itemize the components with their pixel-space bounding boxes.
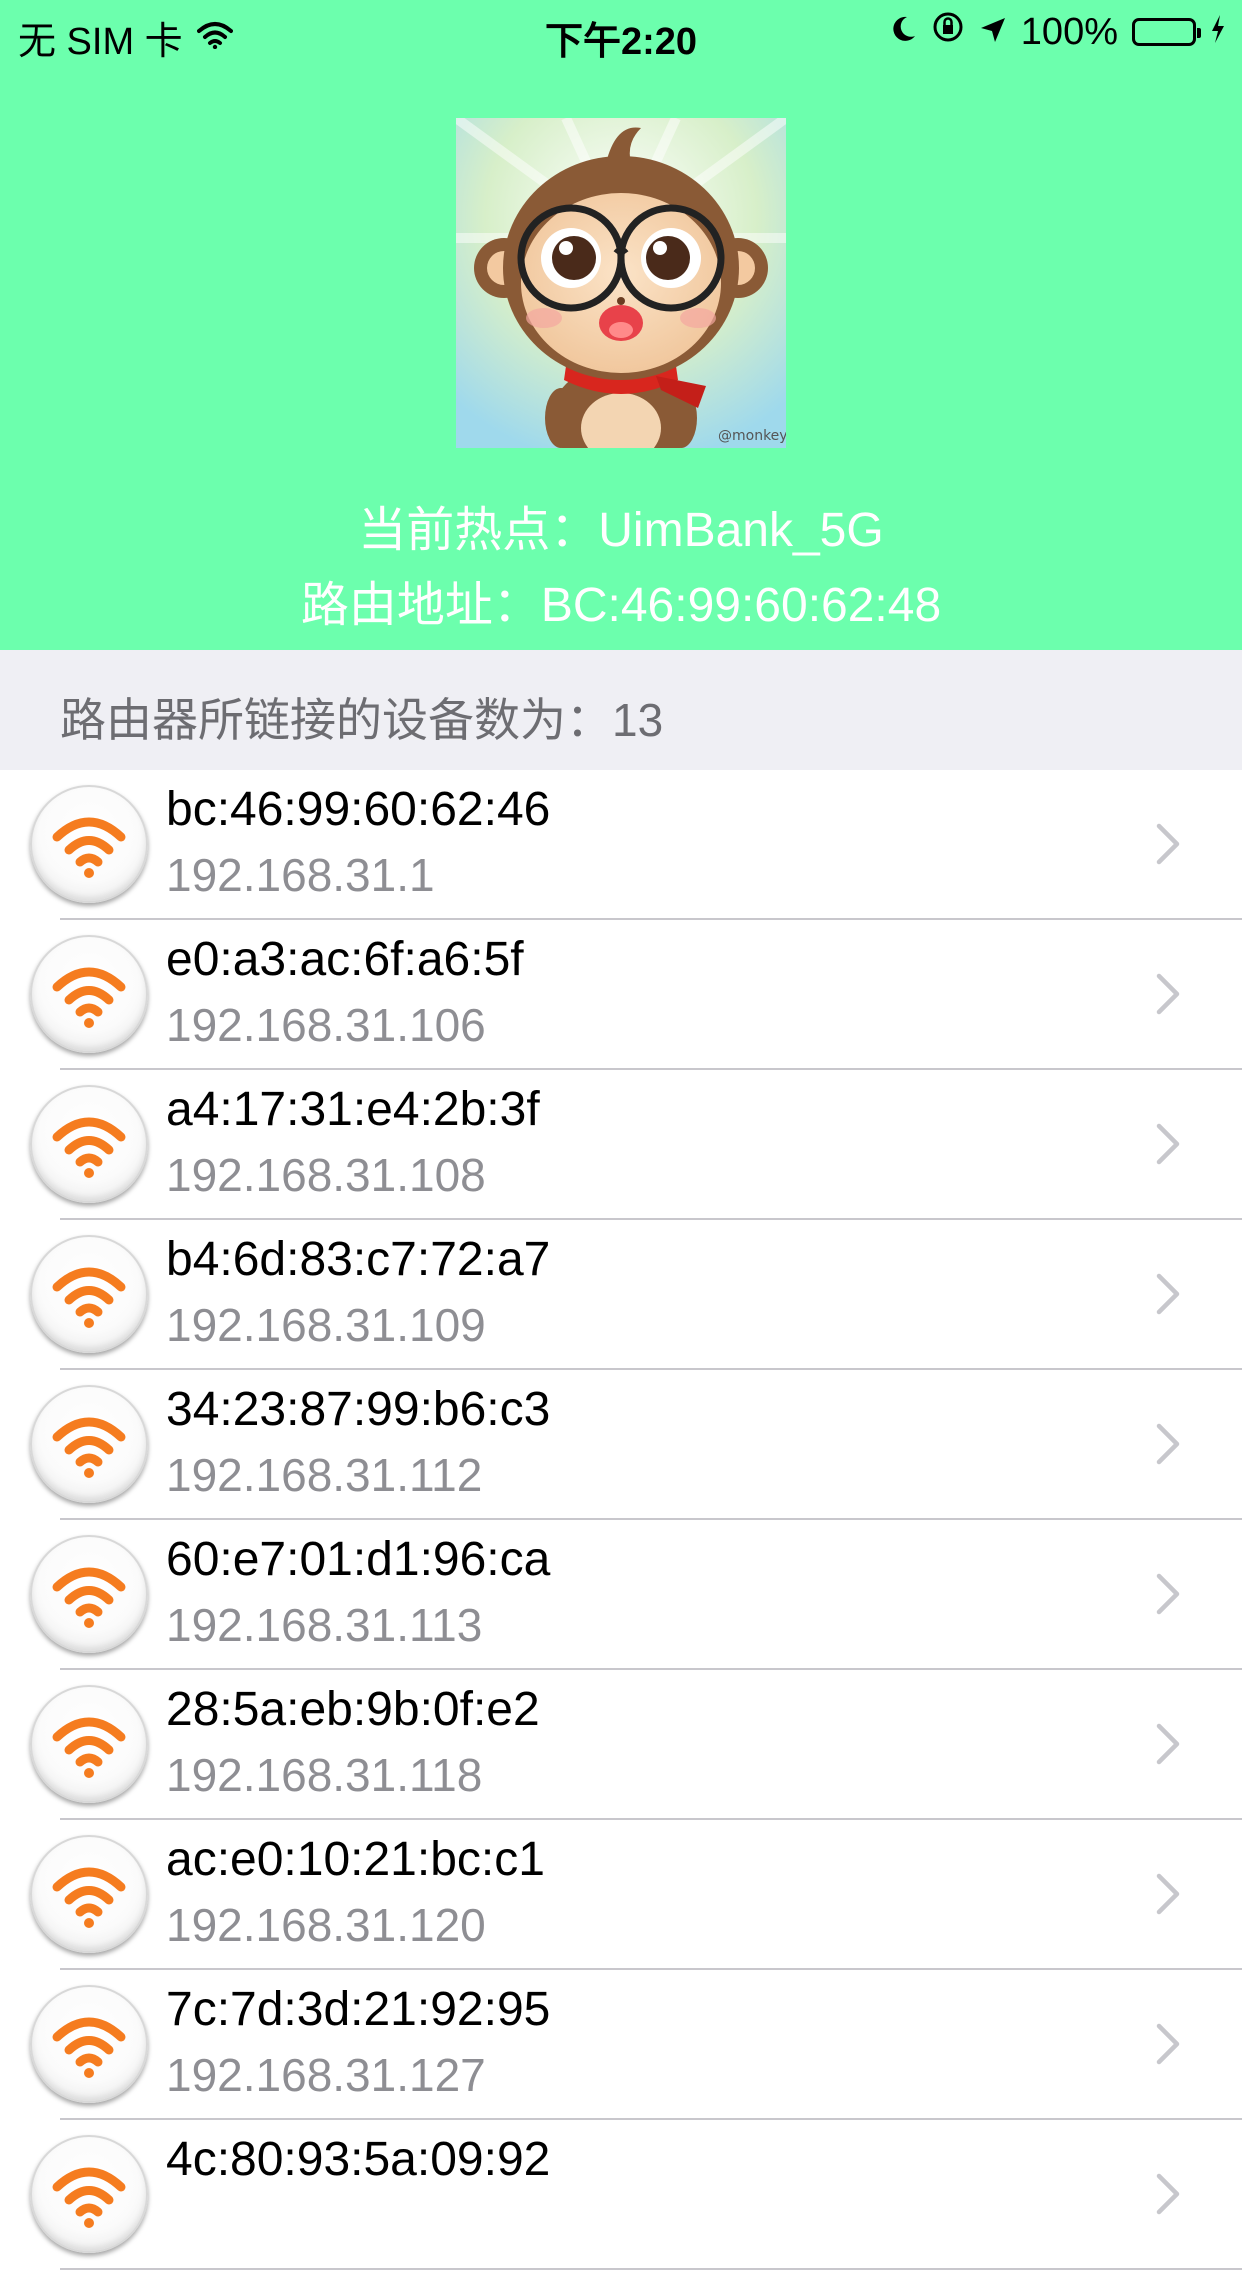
- chevron-right-icon: [1155, 1422, 1181, 1471]
- device-ip-address: 192.168.31.118: [166, 1749, 483, 1801]
- chevron-right-icon: [1155, 2022, 1181, 2071]
- device-count-label: 路由器所链接的设备数为：13: [60, 694, 664, 746]
- device-ip-address: 192.168.31.108: [166, 1149, 486, 1201]
- device-mac-address: ac:e0:10:21:bc:c1: [166, 1833, 545, 1886]
- device-mac-address: bc:46:99:60:62:46: [166, 783, 551, 836]
- device-mac-address: 28:5a:eb:9b:0f:e2: [166, 1683, 540, 1736]
- device-ip-address: 192.168.31.106: [166, 999, 486, 1051]
- chevron-right-icon: [1155, 972, 1181, 1021]
- wifi-icon: [30, 2135, 148, 2253]
- chevron-right-icon: [1155, 1722, 1181, 1771]
- rotation-lock-icon: [931, 10, 965, 54]
- wifi-icon: [30, 1085, 148, 1203]
- device-mac-address: 4c:80:93:5a:09:92: [166, 2133, 551, 2186]
- device-row[interactable]: 7c:7d:3d:21:92:95 192.168.31.127: [0, 1970, 1242, 2120]
- chevron-right-icon: [1155, 822, 1181, 871]
- device-row[interactable]: 34:23:87:99:b6:c3 192.168.31.112: [0, 1370, 1242, 1520]
- device-row[interactable]: e0:a3:ac:6f:a6:5f 192.168.31.106: [0, 920, 1242, 1070]
- device-mac-address: a4:17:31:e4:2b:3f: [166, 1083, 540, 1136]
- device-row[interactable]: 4c:80:93:5a:09:92: [0, 2120, 1242, 2270]
- wifi-icon: [30, 1835, 148, 1953]
- wifi-icon: [30, 1985, 148, 2103]
- device-row[interactable]: a4:17:31:e4:2b:3f 192.168.31.108: [0, 1070, 1242, 1220]
- battery-percent: 100%: [1020, 10, 1118, 53]
- device-ip-address: 192.168.31.109: [166, 1299, 486, 1351]
- wifi-icon: [30, 935, 148, 1053]
- device-ip-address: 192.168.31.1: [166, 849, 435, 901]
- device-row[interactable]: bc:46:99:60:62:46 192.168.31.1: [0, 770, 1242, 920]
- device-count-section-header: 路由器所链接的设备数为：13: [0, 650, 1242, 770]
- device-mac-address: 34:23:87:99:b6:c3: [166, 1383, 551, 1436]
- router-address-label: 路由地址：BC:46:99:60:62:48: [300, 579, 942, 632]
- location-arrow-icon: [979, 11, 1007, 54]
- chevron-right-icon: [1155, 1872, 1181, 1921]
- device-mac-address: b4:6d:83:c7:72:a7: [166, 1233, 551, 1286]
- wifi-icon: [30, 1535, 148, 1653]
- device-mac-address: e0:a3:ac:6f:a6:5f: [166, 933, 524, 986]
- svg-text:@monkey: @monkey: [718, 428, 786, 444]
- avatar-monkey-image: @monkey: [456, 118, 786, 448]
- device-mac-address: 7c:7d:3d:21:92:95: [166, 1983, 551, 2036]
- wifi-icon: [30, 1385, 148, 1503]
- chevron-right-icon: [1155, 2172, 1181, 2221]
- charging-bolt-icon: [1210, 11, 1226, 54]
- current-hotspot-label: 当前热点：UimBank_5G: [358, 504, 884, 557]
- wifi-icon: [30, 785, 148, 903]
- header: 无 SIM 卡 下午2:20 100% @monkey 当前热点：UimBank…: [0, 0, 1242, 650]
- battery-icon: [1132, 18, 1201, 46]
- moon-icon: [889, 11, 917, 54]
- device-list: bc:46:99:60:62:46 192.168.31.1 e0:a3:ac:…: [0, 770, 1242, 2270]
- device-row[interactable]: 28:5a:eb:9b:0f:e2 192.168.31.118: [0, 1670, 1242, 1820]
- wifi-icon: [30, 1685, 148, 1803]
- chevron-right-icon: [1155, 1272, 1181, 1321]
- chevron-right-icon: [1155, 1572, 1181, 1621]
- device-ip-address: 192.168.31.112: [166, 1449, 483, 1501]
- device-row[interactable]: b4:6d:83:c7:72:a7 192.168.31.109: [0, 1220, 1242, 1370]
- device-ip-address: 192.168.31.127: [166, 2049, 486, 2101]
- status-bar: 无 SIM 卡 下午2:20 100%: [0, 0, 1242, 63]
- device-row[interactable]: 60:e7:01:d1:96:ca 192.168.31.113: [0, 1520, 1242, 1670]
- device-ip-address: 192.168.31.113: [166, 1599, 483, 1651]
- wifi-icon: [30, 1235, 148, 1353]
- device-mac-address: 60:e7:01:d1:96:ca: [166, 1533, 551, 1586]
- device-ip-address: 192.168.31.120: [166, 1899, 486, 1951]
- chevron-right-icon: [1155, 1122, 1181, 1171]
- device-row[interactable]: ac:e0:10:21:bc:c1 192.168.31.120: [0, 1820, 1242, 1970]
